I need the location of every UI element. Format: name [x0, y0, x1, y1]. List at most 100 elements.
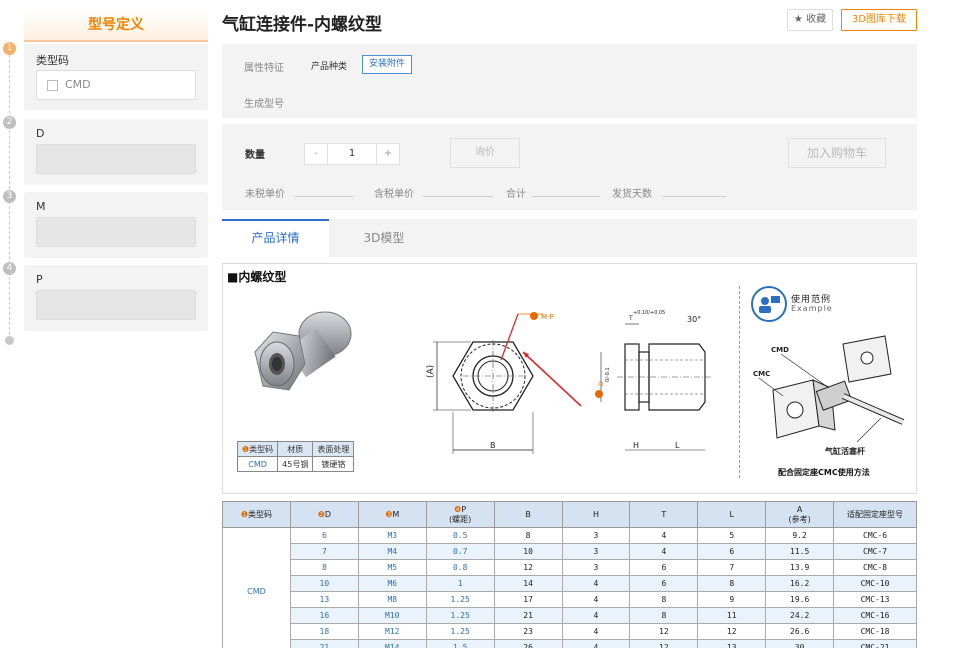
spec-cell: 1.25	[425, 591, 495, 608]
cmd-option-label[interactable]: CMD	[65, 78, 91, 91]
spec-cell: 14	[493, 575, 563, 592]
spec-cell: 8	[289, 559, 359, 576]
step-end-dot	[5, 336, 14, 345]
field-d: D	[24, 119, 208, 185]
angle-label: 30°	[687, 315, 701, 324]
spec-cell: 30	[765, 639, 835, 648]
d-select[interactable]	[36, 144, 196, 174]
spec-cell: CMC-8	[833, 559, 917, 576]
spec-cell: 9.2	[765, 527, 835, 544]
spec-cell: 3	[561, 543, 631, 560]
figure-divider	[739, 286, 740, 478]
spec-cell: M14	[357, 639, 427, 648]
inquiry-button[interactable]: 询价	[450, 138, 520, 168]
spec-cell: 13.9	[765, 559, 835, 576]
spec-cell: 26.6	[765, 623, 835, 640]
spec-cell: 1	[425, 575, 495, 592]
number-3-icon	[530, 312, 538, 320]
spec-cell: 16.2	[765, 575, 835, 592]
star-icon: ★	[793, 14, 803, 25]
spec-cell: 6	[629, 559, 699, 576]
spec-cell: 7	[697, 559, 767, 576]
total-label: 合计	[506, 189, 526, 200]
number-2-icon: ❷	[317, 509, 325, 519]
spec-cell: 11	[697, 607, 767, 624]
usage-subtitle: Example	[791, 304, 833, 313]
3d-download-button[interactable]: 3D图库下载	[841, 9, 917, 31]
number-3-icon: ❸	[385, 509, 393, 519]
attribute-panel: 属性特征 产品种类 安装附件 生成型号	[222, 44, 917, 118]
spec-cell: 5	[697, 527, 767, 544]
qty-input[interactable]: 1	[328, 143, 376, 165]
spec-cell: 0.8	[425, 559, 495, 576]
spec-cell: CMC-16	[833, 607, 917, 624]
spec-header-row: ❶类型码 ❷D ❸M ❹P (螺距) B H T L A (参考) 适配固定座型号	[222, 501, 917, 528]
spec-cell: 4	[629, 527, 699, 544]
qty-minus-button[interactable]: -	[304, 143, 328, 165]
spec-row: 10 M6 1 14 4 6 8 16.2 CMC-10	[223, 575, 917, 592]
figure-title: ■内螺纹型	[227, 270, 287, 284]
field-p-label: P	[36, 273, 43, 286]
usage-cmc-label: CMC	[753, 370, 770, 378]
spec-cell: 6	[289, 527, 359, 544]
kind-label: 产品种类	[311, 62, 348, 72]
spec-cell: M8	[357, 591, 427, 608]
spec-row: 7 M4 0.7 10 3 4 6 11.5 CMC-7	[223, 543, 917, 560]
spec-cell: 21	[493, 607, 563, 624]
spec-row: 16 M10 1.25 21 4 8 11 24.2 CMC-16	[223, 607, 917, 624]
product-figure: ■内螺纹型 ❶类型码 材质 表面处理 CMD 45号钢 镀硬铬 (A) B M-…	[222, 263, 917, 494]
spec-cell: M6	[357, 575, 427, 592]
type-code-select[interactable]: CMD	[36, 70, 196, 100]
spec-cell: 19.6	[765, 591, 835, 608]
spec-cell: 6	[697, 543, 767, 560]
number-1-icon: ❶	[240, 509, 249, 519]
cmd-checkbox[interactable]	[47, 80, 58, 91]
spec-row: 21 M14 1.5 26 4 12 13 30 CMC-21	[223, 639, 917, 648]
spec-cell: 9	[697, 591, 767, 608]
field-type-code: 类型码 CMD	[24, 44, 208, 110]
spec-header-cell: H	[561, 501, 631, 528]
spec-cell: M3	[357, 527, 427, 544]
spec-cell: 13	[289, 591, 359, 608]
tab-3d-model[interactable]: 3D模型	[329, 219, 439, 257]
kind-tag-selected[interactable]: 安装附件	[362, 55, 413, 74]
spec-header-cell: L	[697, 501, 767, 528]
spec-cell: 26	[493, 639, 563, 648]
step-4-badge: 4	[3, 262, 16, 275]
mini-header-surface: 表面处理	[312, 441, 355, 457]
spec-cell: 0.5	[425, 527, 495, 544]
taxed-price-value	[423, 196, 493, 197]
add-to-cart-button[interactable]: 加入购物车	[788, 138, 886, 168]
spec-cell: M4	[357, 543, 427, 560]
spec-cell: 4	[561, 591, 631, 608]
mini-header-material: 材质	[277, 441, 314, 457]
mini-cell-surface: 镀硬铬	[312, 456, 355, 472]
taxed-price-label: 含税单价	[374, 189, 414, 200]
dim-b-label: B	[490, 441, 496, 450]
spec-cell: 8	[697, 575, 767, 592]
spec-cell: 4	[561, 575, 631, 592]
product-photo	[254, 311, 352, 391]
field-p: P	[24, 265, 208, 331]
spec-cell: 12	[697, 623, 767, 640]
spec-header-cell: A (参考)	[765, 501, 835, 528]
qty-plus-button[interactable]: +	[376, 143, 400, 165]
spec-row: 18 M12 1.25 23 4 12 12 26.6 CMC-18	[223, 623, 917, 640]
m-select[interactable]	[36, 217, 196, 247]
spec-cell: 11.5	[765, 543, 835, 560]
spec-row: 8 M5 0.8 12 3 6 7 13.9 CMC-8	[223, 559, 917, 576]
p-select[interactable]	[36, 290, 196, 320]
feature-label: 属性特征	[244, 63, 284, 74]
tab-product-detail[interactable]: 产品详情	[222, 219, 329, 257]
spec-table-container[interactable]: ❶类型码 ❷D ❸M ❹P (螺距) B H T L A (参考) 适配固定座型号 CMD 6 M3 0.5…	[222, 501, 917, 648]
qty-label: 数量	[245, 150, 265, 161]
spec-cell: CMC-18	[833, 623, 917, 640]
favorite-button[interactable]: ★ 收藏	[787, 9, 833, 31]
spec-cell: 1.25	[425, 623, 495, 640]
step-1-badge: 1	[3, 42, 16, 55]
spec-cell: 4	[561, 639, 631, 648]
spec-cell: M10	[357, 607, 427, 624]
spec-header-cell: B	[493, 501, 563, 528]
dim-l-label: L	[675, 441, 680, 450]
spec-cell: CMC-13	[833, 591, 917, 608]
